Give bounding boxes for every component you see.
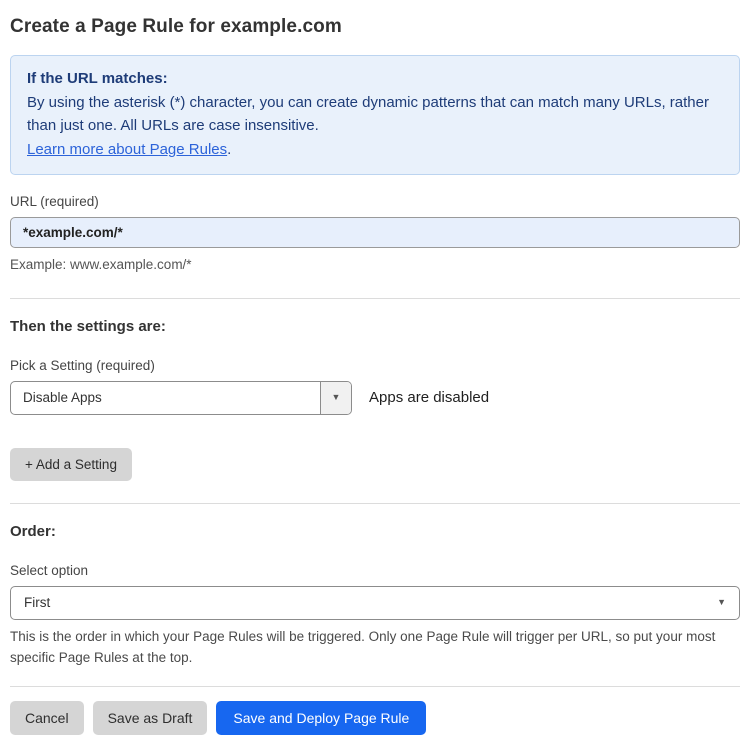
page-title: Create a Page Rule for example.com	[10, 16, 342, 37]
section-divider	[10, 297, 740, 299]
add-setting-button[interactable]: + Add a Setting	[10, 447, 132, 481]
chevron-down-icon: ▼	[331, 392, 341, 403]
info-box-body: By using the asterisk (*) character, you…	[27, 93, 709, 135]
url-example-helper: Example: www.example.com/*	[10, 256, 192, 272]
info-box-link-line: Learn more about Page Rules.	[27, 138, 723, 162]
save-and-deploy-button[interactable]: Save and Deploy Page Rule	[216, 700, 427, 735]
order-helper-text: This is the order in which your Page Rul…	[10, 628, 716, 665]
setting-status-text: Apps are disabled	[369, 389, 490, 407]
order-section-heading: Order:	[10, 522, 56, 540]
cancel-button[interactable]: Cancel	[10, 700, 84, 735]
order-select[interactable]: First ▼	[10, 585, 740, 620]
footer-divider	[10, 685, 740, 687]
settings-section-heading: Then the settings are:	[10, 317, 166, 335]
save-as-draft-button[interactable]: Save as Draft	[92, 700, 208, 735]
setting-row: Disable Apps ▼ Apps are disabled	[10, 380, 740, 415]
setting-dropdown[interactable]: Disable Apps ▼	[10, 380, 352, 415]
footer-actions: Cancel Save as Draft Save and Deploy Pag…	[10, 700, 740, 735]
pick-setting-label: Pick a Setting (required)	[10, 357, 155, 373]
setting-dropdown-caret-button[interactable]: ▼	[320, 381, 351, 414]
order-select-value: First	[24, 595, 51, 611]
link-suffix: .	[227, 141, 232, 159]
chevron-down-icon: ▼	[717, 597, 726, 608]
url-match-info-box: If the URL matches: By using the asteris…	[10, 55, 740, 175]
info-box-heading: If the URL matches:	[27, 70, 168, 87]
setting-dropdown-value: Disable Apps	[23, 390, 102, 406]
url-input[interactable]	[10, 216, 740, 248]
section-divider	[10, 502, 740, 504]
learn-more-link[interactable]: Learn more about Page Rules	[27, 141, 227, 158]
url-field-label: URL (required)	[10, 193, 99, 209]
select-option-label: Select option	[10, 562, 89, 578]
